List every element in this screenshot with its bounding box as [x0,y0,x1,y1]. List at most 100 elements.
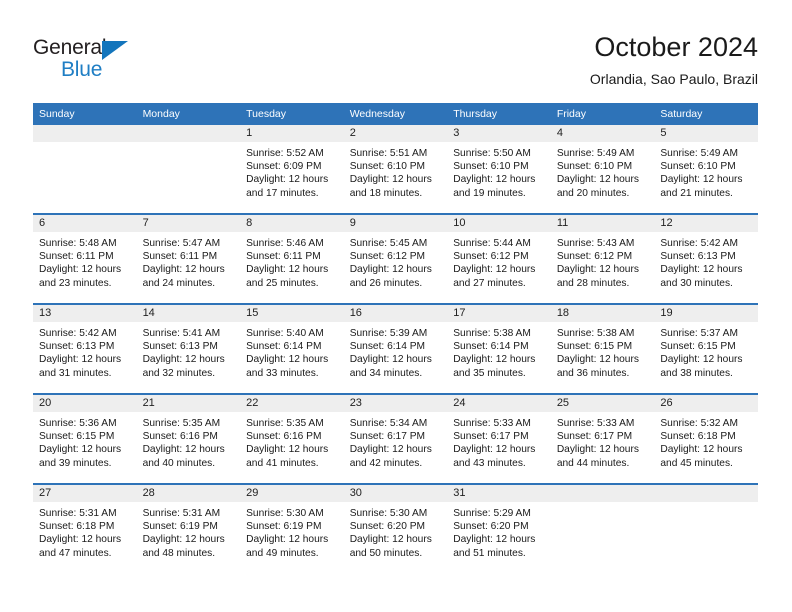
calendar-day-cell[interactable]: 22 Sunrise: 5:35 AM Sunset: 6:16 PM Dayligh… [240,393,344,484]
daylight-text-line2: and 23 minutes. [39,277,112,289]
daylight-text-line1: Daylight: 12 hours [453,354,536,366]
day-sun-details: Sunrise: 5:36 AM Sunset: 6:15 PM Daylight:… [33,412,137,470]
day-sun-details: Sunrise: 5:48 AM Sunset: 6:11 PM Daylight:… [33,232,137,290]
daylight-text-line1: Daylight: 12 hours [453,264,536,276]
calendar-day-cell[interactable]: 30 Sunrise: 5:30 AM Sunset: 6:20 PM Dayligh… [343,483,448,573]
day-number: 23 [343,395,448,412]
sunset-text: Sunset: 6:16 PM [246,431,322,443]
calendar-day-cell[interactable]: 31 Sunrise: 5:29 AM Sunset: 6:20 PM Dayligh… [447,483,551,573]
sunset-text: Sunset: 6:13 PM [660,251,736,263]
calendar-day-cell[interactable]: 16 Sunrise: 5:39 AM Sunset: 6:14 PM Dayligh… [343,303,448,394]
calendar-day-cell[interactable]: 29 Sunrise: 5:30 AM Sunset: 6:19 PM Dayligh… [240,483,344,573]
calendar-page: General Blue October 2024 Orlandia, Sao … [0,0,792,612]
daylight-text-line1: Daylight: 12 hours [660,354,743,366]
day-cell-inner: 28 Sunrise: 5:31 AM Sunset: 6:19 PM Dayligh… [136,485,241,573]
calendar-day-cell[interactable]: 28 Sunrise: 5:31 AM Sunset: 6:19 PM Dayligh… [136,483,241,573]
day-cell-inner: 19 Sunrise: 5:37 AM Sunset: 6:15 PM Dayligh… [654,305,758,393]
calendar-day-cell[interactable]: 5 Sunrise: 5:49 AM Sunset: 6:10 PM Daylight… [654,125,758,214]
day-cell-inner: 22 Sunrise: 5:35 AM Sunset: 6:16 PM Dayligh… [240,395,344,483]
day-cell-inner [654,485,758,573]
calendar-day-cell[interactable]: 10 Sunrise: 5:44 AM Sunset: 6:12 PM Dayligh… [447,213,551,304]
day-cell-inner: 29 Sunrise: 5:30 AM Sunset: 6:19 PM Dayligh… [240,485,344,573]
calendar-day-cell[interactable]: 13 Sunrise: 5:42 AM Sunset: 6:13 PM Dayligh… [33,303,137,394]
daylight-text-line1: Daylight: 12 hours [660,444,743,456]
daylight-text-line1: Daylight: 12 hours [246,354,329,366]
day-number: 3 [447,125,551,142]
day-sun-details: Sunrise: 5:52 AM Sunset: 6:09 PM Daylight:… [240,142,344,200]
day-sun-details: Sunrise: 5:31 AM Sunset: 6:19 PM Daylight:… [137,502,241,560]
day-number: 28 [136,485,241,502]
day-number: 20 [33,395,137,412]
sunrise-text: Sunrise: 5:37 AM [660,328,738,339]
calendar-day-cell[interactable]: 20 Sunrise: 5:36 AM Sunset: 6:15 PM Dayligh… [33,393,137,484]
logo-triangle-icon [102,41,128,60]
calendar-day-cell[interactable]: 4 Sunrise: 5:49 AM Sunset: 6:10 PM Daylight… [550,125,655,214]
sunrise-text: Sunrise: 5:49 AM [660,148,738,159]
calendar-day-cell[interactable]: 3 Sunrise: 5:50 AM Sunset: 6:10 PM Daylight… [447,125,551,214]
day-cell-inner: 15 Sunrise: 5:40 AM Sunset: 6:14 PM Dayligh… [240,305,344,393]
daylight-text-line1: Daylight: 12 hours [453,534,536,546]
sunset-text: Sunset: 6:09 PM [246,161,322,173]
sunset-text: Sunset: 6:17 PM [349,431,426,443]
weekday-header-thursday: Thursday [447,103,551,125]
day-number: 2 [343,125,448,142]
calendar-day-cell[interactable]: 7 Sunrise: 5:47 AM Sunset: 6:11 PM Daylight… [136,213,241,304]
weekday-header-saturday: Saturday [654,103,758,125]
day-number: 13 [33,305,137,322]
day-number: 29 [240,485,344,502]
day-cell-inner: 31 Sunrise: 5:29 AM Sunset: 6:20 PM Dayligh… [447,485,551,573]
daylight-text-line2: and 51 minutes. [453,547,526,559]
sunrise-text: Sunrise: 5:50 AM [453,148,531,159]
day-number: 24 [447,395,551,412]
sunrise-text: Sunrise: 5:40 AM [246,328,324,339]
day-number: 7 [136,215,241,232]
calendar-day-cell[interactable]: 15 Sunrise: 5:40 AM Sunset: 6:14 PM Dayligh… [240,303,344,394]
calendar-day-cell[interactable]: 9 Sunrise: 5:45 AM Sunset: 6:12 PM Daylight… [343,213,448,304]
calendar-day-cell[interactable]: 17 Sunrise: 5:38 AM Sunset: 6:14 PM Dayligh… [447,303,551,394]
day-number: 22 [240,395,344,412]
sunset-text: Sunset: 6:18 PM [39,521,115,533]
day-cell-inner: 9 Sunrise: 5:45 AM Sunset: 6:12 PM Daylight… [343,215,448,303]
day-sun-details: Sunrise: 5:37 AM Sunset: 6:15 PM Daylight:… [654,322,758,380]
daylight-text-line1: Daylight: 12 hours [349,264,432,276]
day-sun-details: Sunrise: 5:43 AM Sunset: 6:12 PM Daylight:… [551,232,655,290]
calendar-day-cell[interactable]: 26 Sunrise: 5:32 AM Sunset: 6:18 PM Dayligh… [654,393,758,484]
day-cell-inner: 12 Sunrise: 5:42 AM Sunset: 6:13 PM Dayligh… [654,215,758,303]
calendar-day-cell[interactable]: 8 Sunrise: 5:46 AM Sunset: 6:11 PM Daylight… [240,213,344,304]
calendar-day-cell[interactable]: 27 Sunrise: 5:31 AM Sunset: 6:18 PM Dayligh… [33,483,137,573]
weekday-header-wednesday: Wednesday [343,103,448,125]
sunrise-text: Sunrise: 5:39 AM [349,328,428,339]
day-sun-details: Sunrise: 5:42 AM Sunset: 6:13 PM Daylight:… [33,322,137,380]
calendar-day-cell[interactable]: 25 Sunrise: 5:33 AM Sunset: 6:17 PM Dayligh… [550,393,655,484]
title-block: October 2024 Orlandia, Sao Paulo, Brazil [590,30,758,89]
day-number: 12 [654,215,758,232]
calendar-day-cell[interactable]: 24 Sunrise: 5:33 AM Sunset: 6:17 PM Dayligh… [447,393,551,484]
day-sun-details: Sunrise: 5:33 AM Sunset: 6:17 PM Daylight:… [447,412,551,470]
daylight-text-line1: Daylight: 12 hours [142,354,225,366]
daylight-text-line2: and 18 minutes. [349,187,423,199]
day-cell-inner: 5 Sunrise: 5:49 AM Sunset: 6:10 PM Daylight… [654,125,758,213]
calendar-day-cell[interactable]: 1 Sunrise: 5:52 AM Sunset: 6:09 PM Daylight… [240,125,344,214]
calendar-day-cell[interactable]: 21 Sunrise: 5:35 AM Sunset: 6:16 PM Dayligh… [136,393,241,484]
sunrise-text: Sunrise: 5:44 AM [453,238,531,249]
sunrise-text: Sunrise: 5:45 AM [349,238,428,249]
calendar-day-cell[interactable]: 19 Sunrise: 5:37 AM Sunset: 6:15 PM Dayligh… [654,303,758,394]
daylight-text-line2: and 28 minutes. [556,277,630,289]
daylight-text-line1: Daylight: 12 hours [453,444,536,456]
calendar-day-cell[interactable]: 2 Sunrise: 5:51 AM Sunset: 6:10 PM Daylight… [343,125,448,214]
sunset-text: Sunset: 6:15 PM [660,341,736,353]
day-number: 9 [343,215,448,232]
calendar-day-cell[interactable]: 6 Sunrise: 5:48 AM Sunset: 6:11 PM Daylight… [33,213,137,304]
calendar-day-cell[interactable]: 11 Sunrise: 5:43 AM Sunset: 6:12 PM Dayligh… [550,213,655,304]
calendar-day-cell[interactable]: 12 Sunrise: 5:42 AM Sunset: 6:13 PM Dayligh… [654,213,758,304]
calendar-day-cell[interactable]: 18 Sunrise: 5:38 AM Sunset: 6:15 PM Dayligh… [550,303,655,394]
sunrise-text: Sunrise: 5:46 AM [246,238,324,249]
calendar-day-cell[interactable]: 23 Sunrise: 5:34 AM Sunset: 6:17 PM Dayligh… [343,393,448,484]
calendar-day-cell-empty [33,125,137,214]
calendar-body: 1 Sunrise: 5:52 AM Sunset: 6:09 PM Daylight… [33,125,758,573]
day-sun-details: Sunrise: 5:34 AM Sunset: 6:17 PM Daylight:… [344,412,448,470]
sunrise-text: Sunrise: 5:51 AM [349,148,428,159]
calendar-day-cell[interactable]: 14 Sunrise: 5:41 AM Sunset: 6:13 PM Dayligh… [136,303,241,394]
daylight-text-line1: Daylight: 12 hours [660,264,743,276]
sunset-text: Sunset: 6:12 PM [349,251,426,263]
